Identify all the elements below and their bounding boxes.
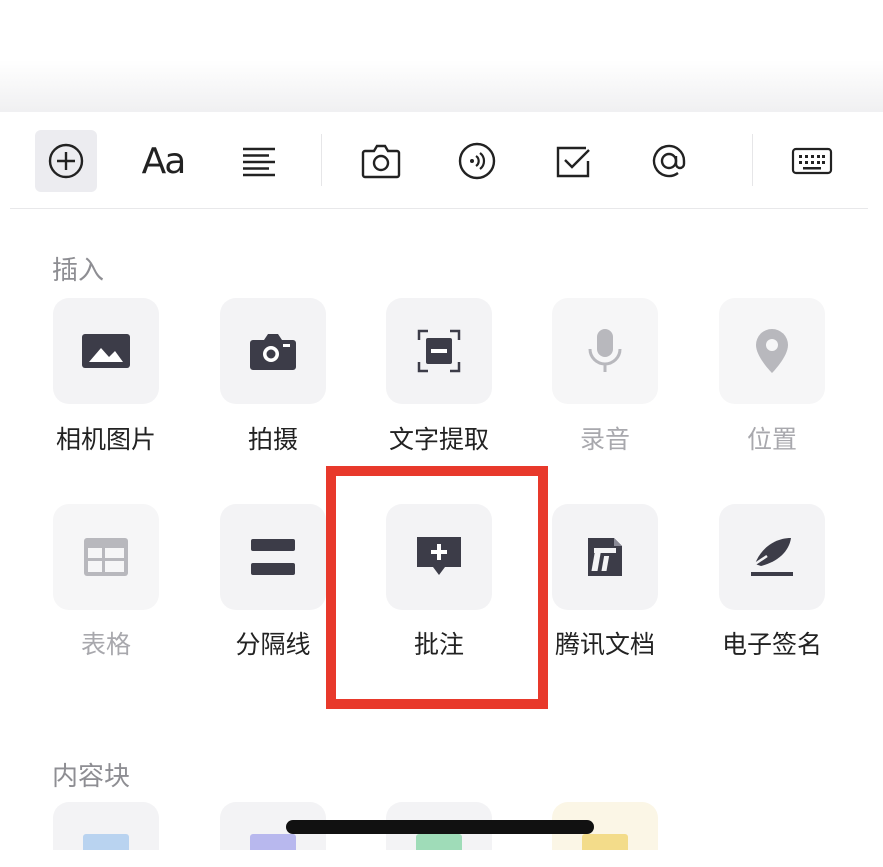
keyboard-icon [791,147,833,175]
at-mention-icon [652,144,686,178]
image-icon [82,334,130,368]
tile-location[interactable] [719,298,825,404]
text-scan-icon [417,329,461,373]
toolbar-keyboard-button[interactable] [781,130,843,192]
toolbar-divider [752,134,753,186]
toolbar-divider [321,134,322,186]
microphone-icon [588,329,622,372]
checkbox-icon [556,146,590,178]
location-pin-icon [756,329,788,373]
table-icon [84,538,128,576]
plus-circle-icon [48,143,84,179]
tile-camera-photo[interactable] [53,298,159,404]
camera-icon [361,144,401,179]
tile-divider[interactable] [220,504,326,610]
tile-label: 录音 [579,425,630,454]
tile-label: 拍摄 [247,425,298,454]
toolbar-camera-button[interactable] [350,130,412,192]
section-title-insert: 插入 [52,256,105,286]
toolbar-insert-button[interactable] [35,130,97,192]
camera-icon [250,334,296,370]
signature-icon [751,538,793,576]
tile-text-extract[interactable] [386,298,492,404]
tile-label: 电子签名 [721,630,822,659]
section-title-content-block: 内容块 [52,762,131,792]
toolbar-voice-button[interactable] [446,130,508,192]
highlight-annotation-box [326,466,548,709]
divider-icon [251,539,295,575]
tile-shoot[interactable] [220,298,326,404]
font-style-icon: Aa [141,140,187,182]
align-text-icon [243,147,275,177]
tile-e-signature[interactable] [719,504,825,610]
tile-record-audio[interactable] [552,298,658,404]
toolbar-font-style-button[interactable]: Aa [132,130,194,192]
tencent-docs-icon [588,538,622,576]
tile-label: 文字提取 [388,425,489,454]
voice-icon [458,142,496,180]
top-fade [0,60,883,112]
home-indicator[interactable] [286,820,594,834]
tile-tencent-docs[interactable] [552,504,658,610]
tile-table[interactable] [53,504,159,610]
toolbar-align-button[interactable] [228,130,290,192]
tile-label: 相机图片 [55,425,156,454]
toolbar-mention-button[interactable] [638,130,700,192]
editor-toolbar: Aa [10,112,868,209]
toolbar-checkbox-button[interactable] [542,130,604,192]
tile-label: 表格 [80,630,131,659]
tile-label: 位置 [746,425,797,454]
bottom-edge [0,850,883,867]
tile-label: 腾讯文档 [554,630,655,659]
